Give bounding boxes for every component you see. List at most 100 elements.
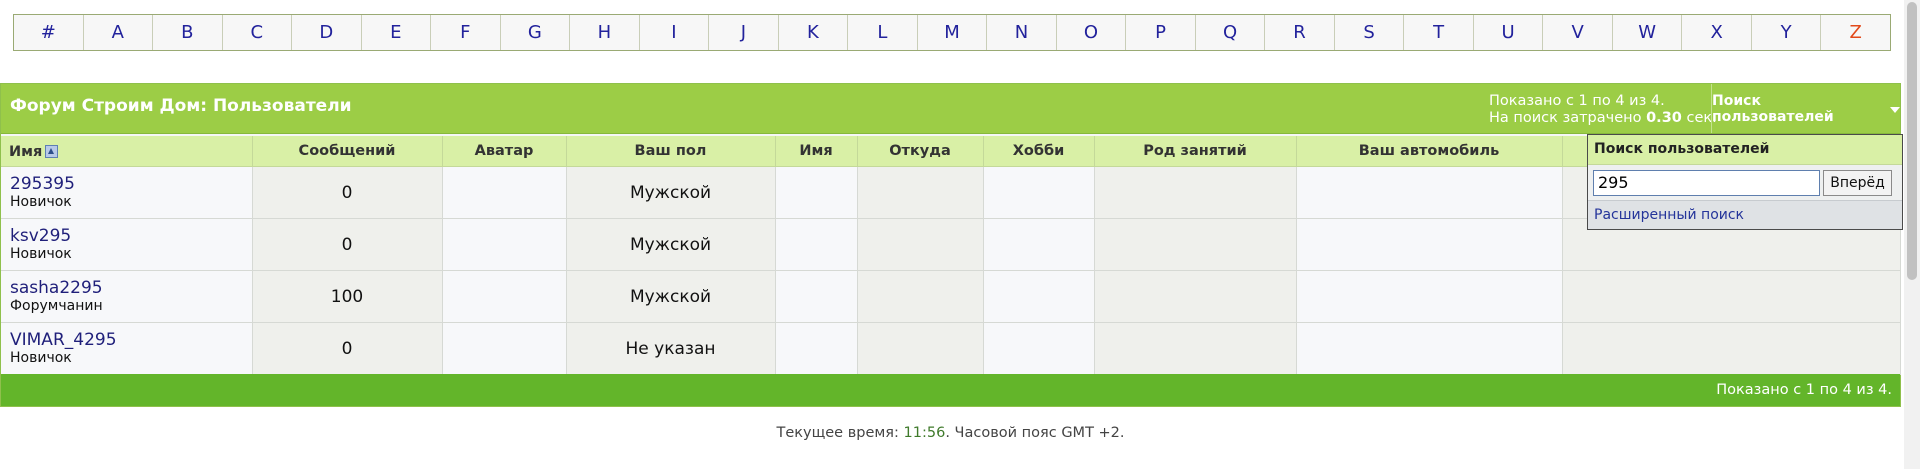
posts-cell: 0 xyxy=(252,166,443,219)
column-header: Сообщений xyxy=(252,136,443,167)
member-link[interactable]: sasha2295 xyxy=(10,279,252,298)
chevron-down-icon xyxy=(1890,106,1900,113)
letter-link[interactable]: K xyxy=(779,15,849,50)
results-count: Показано с 1 по 4 из 4. xyxy=(1489,93,1665,109)
search-go-button[interactable]: Вперёд xyxy=(1823,169,1892,196)
posts-cell: 0 xyxy=(252,322,443,375)
letter-link[interactable]: T xyxy=(1404,15,1474,50)
column-header-label[interactable]: Имя xyxy=(9,144,42,160)
letter-link[interactable]: Z xyxy=(1821,15,1890,50)
letter-link[interactable]: V xyxy=(1543,15,1613,50)
column-header: Ваш пол xyxy=(566,136,776,167)
car-cell xyxy=(1296,166,1563,219)
members-header: Форум Строим Дом: Пользователи Показано … xyxy=(1,84,1900,134)
search-users-popup: Поиск пользователей Вперёд Расширенный п… xyxy=(1587,134,1903,230)
member-rank: Форумчанин xyxy=(10,298,103,314)
column-header: Род занятий xyxy=(1094,136,1297,167)
gender-cell: Мужской xyxy=(566,270,776,323)
column-header: Ваш автомобиль xyxy=(1296,136,1563,167)
member-name-cell: sasha2295 Форумчанин xyxy=(1,270,253,323)
extra-cell xyxy=(1562,270,1901,323)
letter-link[interactable]: W xyxy=(1613,15,1683,50)
name-cell xyxy=(775,218,858,271)
members-block: Форум Строим Дом: Пользователи Показано … xyxy=(0,83,1901,407)
letter-link[interactable]: A xyxy=(84,15,154,50)
page: # A B C D E F G H I J K L M N O P Q R S T U V W X Y Z Форум Строим… xyxy=(0,0,1920,469)
occupation-cell xyxy=(1094,322,1297,375)
letter-link[interactable]: N xyxy=(987,15,1057,50)
letter-link[interactable]: U xyxy=(1474,15,1544,50)
hobby-cell xyxy=(983,166,1095,219)
letter-navigation: # A B C D E F G H I J K L M N O P Q R S T U V W X Y Z xyxy=(13,14,1891,51)
member-link[interactable]: 295395 xyxy=(10,175,252,194)
location-cell xyxy=(857,218,984,271)
name-cell xyxy=(775,322,858,375)
scrollbar-thumb[interactable] xyxy=(1907,2,1917,280)
member-rank: Новичок xyxy=(10,246,72,262)
location-cell xyxy=(857,166,984,219)
letter-link[interactable]: Q xyxy=(1196,15,1266,50)
column-header: Имя xyxy=(775,136,858,167)
page-scrollbar[interactable] xyxy=(1904,0,1920,469)
letter-link[interactable]: B xyxy=(153,15,223,50)
car-cell xyxy=(1296,270,1563,323)
search-users-toggle-label: Поиск пользователей xyxy=(1712,92,1834,125)
letter-link[interactable]: X xyxy=(1682,15,1752,50)
letter-link[interactable]: J xyxy=(709,15,779,50)
results-info: Показано с 1 по 4 из 4. На поиск затраче… xyxy=(1489,93,1717,127)
posts-cell: 0 xyxy=(252,218,443,271)
column-header: Аватар xyxy=(442,136,567,167)
search-users-toggle[interactable]: Поиск пользователей xyxy=(1711,84,1900,133)
location-cell xyxy=(857,270,984,323)
letter-link[interactable]: H xyxy=(570,15,640,50)
letter-link[interactable]: I xyxy=(640,15,710,50)
avatar-cell xyxy=(442,322,567,375)
column-header[interactable]: Имя xyxy=(1,136,253,167)
avatar-cell xyxy=(442,270,567,323)
sort-ascending-icon[interactable] xyxy=(45,144,59,158)
current-time-value: 11:56 xyxy=(903,425,946,441)
column-header: Откуда xyxy=(857,136,984,167)
car-cell xyxy=(1296,322,1563,375)
letter-link[interactable]: # xyxy=(14,15,84,50)
letter-link[interactable]: D xyxy=(292,15,362,50)
letter-link[interactable]: L xyxy=(848,15,918,50)
hobby-cell xyxy=(983,218,1095,271)
letter-link[interactable]: F xyxy=(431,15,501,50)
letter-link[interactable]: S xyxy=(1335,15,1405,50)
location-cell xyxy=(857,322,984,375)
member-link[interactable]: ksv295 xyxy=(10,227,252,246)
table-row: sasha2295 Форумчанин 100 Мужской xyxy=(1,270,1901,323)
letter-link[interactable]: O xyxy=(1057,15,1127,50)
letter-link[interactable]: Y xyxy=(1752,15,1822,50)
member-name-cell: ksv295 Новичок xyxy=(1,218,253,271)
member-rank: Новичок xyxy=(10,194,72,210)
letter-link[interactable]: E xyxy=(362,15,432,50)
members-footer: Показано с 1 по 4 из 4. xyxy=(1,374,1900,406)
hobby-cell xyxy=(983,270,1095,323)
current-time: Текущее время: 11:56. Часовой пояс GMT +… xyxy=(0,425,1901,441)
user-search-input[interactable] xyxy=(1593,169,1820,196)
occupation-cell xyxy=(1094,166,1297,219)
occupation-cell xyxy=(1094,270,1297,323)
letter-link[interactable]: R xyxy=(1265,15,1335,50)
popup-search-row: Вперёд xyxy=(1588,165,1902,201)
gender-cell: Мужской xyxy=(566,166,776,219)
car-cell xyxy=(1296,218,1563,271)
name-cell xyxy=(775,166,858,219)
avatar-cell xyxy=(442,218,567,271)
search-time-value: 0.30 xyxy=(1646,110,1682,126)
member-link[interactable]: VIMAR_4295 xyxy=(10,331,252,350)
letter-link[interactable]: G xyxy=(501,15,571,50)
letter-link[interactable]: C xyxy=(223,15,293,50)
page-title: Форум Строим Дом: Пользователи xyxy=(10,96,352,116)
letter-link[interactable]: P xyxy=(1126,15,1196,50)
letter-link[interactable]: M xyxy=(918,15,988,50)
member-name-cell: VIMAR_4295 Новичок xyxy=(1,322,253,375)
current-time-prefix: Текущее время: xyxy=(776,425,899,441)
advanced-search-link[interactable]: Расширенный поиск xyxy=(1588,201,1902,229)
extra-cell xyxy=(1562,322,1901,375)
footer-results-count: Показано с 1 по 4 из 4. xyxy=(1716,382,1892,398)
search-time-prefix: На поиск затрачено xyxy=(1489,110,1642,126)
gender-cell: Не указан xyxy=(566,322,776,375)
